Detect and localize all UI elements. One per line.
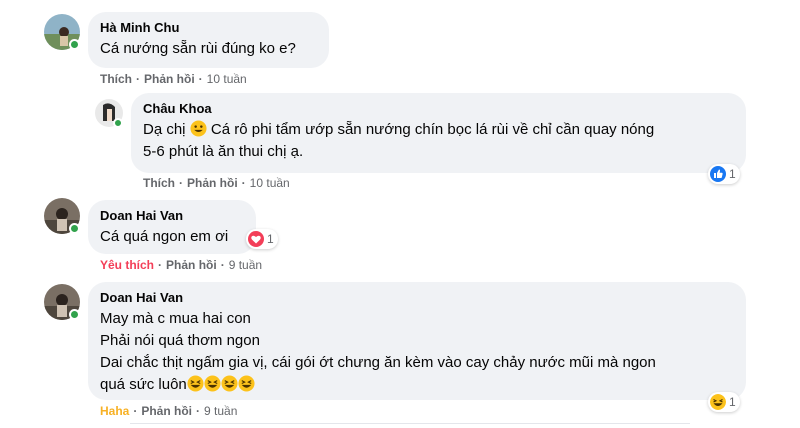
separator-dot: ·	[241, 176, 246, 190]
like-button[interactable]: Thích	[100, 72, 132, 86]
reply-button[interactable]: Phản hồi	[141, 404, 192, 418]
timestamp[interactable]: 9 tuần	[204, 404, 237, 418]
like-button[interactable]: Thích	[143, 176, 175, 190]
comment-text-line: May mà c mua hai con	[100, 310, 251, 327]
comment-author[interactable]: Doan Hai Van	[100, 290, 734, 306]
next-comment-edge	[130, 423, 690, 428]
reaction-count[interactable]: 1	[708, 392, 740, 412]
online-status-dot	[69, 39, 80, 50]
separator-dot: ·	[220, 258, 225, 272]
comment-text-line: quá sức luôn	[100, 374, 734, 396]
timestamp[interactable]: 10 tuần	[250, 176, 290, 190]
reaction-count-number: 1	[729, 167, 736, 181]
reaction-count-number: 1	[267, 232, 274, 246]
separator-dot: ·	[196, 404, 201, 418]
haha-button[interactable]: Haha	[100, 404, 129, 418]
comment-author[interactable]: Doan Hai Van	[100, 208, 244, 224]
separator-dot: ·	[136, 72, 140, 86]
laughing-emoji-icon	[187, 375, 204, 392]
like-reaction-icon	[710, 166, 726, 182]
smile-emoji-icon	[190, 120, 207, 137]
comment-actions: Thích · Phản hồi · 10 tuần	[100, 71, 247, 87]
comment-text-line: Dạ chị Cá rô phi tẩm ướp sẵn nướng chín …	[143, 120, 655, 138]
reaction-count[interactable]: 1	[246, 229, 278, 249]
comment-actions: Yêu thích · Phản hồi · 9 tuần	[100, 257, 262, 273]
comment-text-line: Phải nói quá thơm ngon	[100, 332, 260, 349]
laughing-emoji-icon	[204, 375, 221, 392]
comment-text: Cá nướng sẵn rùi đúng ko e?	[100, 40, 296, 57]
reaction-count-number: 1	[729, 395, 736, 409]
separator-dot: ·	[133, 404, 138, 418]
separator-dot: ·	[198, 72, 203, 86]
online-status-dot	[69, 223, 80, 234]
haha-reaction-icon	[710, 394, 726, 410]
comment-bubble: Doan Hai Van May mà c mua hai con Phải n…	[88, 282, 746, 400]
comment-author[interactable]: Hà Minh Chu	[100, 20, 317, 36]
reply-button[interactable]: Phản hồi	[144, 72, 195, 86]
comment-bubble: Châu Khoa Dạ chị Cá rô phi tẩm ướp sẵn n…	[131, 93, 746, 173]
comment-actions: Thích · Phản hồi · 10 tuần	[143, 175, 290, 191]
comment-bubble: Doan Hai Van Cá quá ngon em ơi	[88, 200, 256, 254]
separator-dot: ·	[158, 258, 163, 272]
love-reaction-icon	[248, 231, 264, 247]
laughing-emoji-icon	[221, 375, 238, 392]
comment-text-line: 5-6 phút là ăn thui chị ạ.	[143, 143, 304, 160]
timestamp[interactable]: 9 tuần	[229, 258, 262, 272]
comment-text-line: Dai chắc thịt ngấm gia vị, cái gói ớt ch…	[100, 354, 656, 371]
laughing-emoji-icon	[238, 375, 255, 392]
comment-author[interactable]: Châu Khoa	[143, 101, 734, 117]
timestamp[interactable]: 10 tuần	[207, 72, 247, 86]
comment-bubble: Hà Minh Chu Cá nướng sẵn rùi đúng ko e?	[88, 12, 329, 68]
reply-button[interactable]: Phản hồi	[166, 258, 217, 272]
comment-actions: Haha · Phản hồi · 9 tuần	[100, 403, 237, 419]
online-status-dot	[113, 118, 123, 128]
love-button[interactable]: Yêu thích	[100, 258, 154, 272]
reply-button[interactable]: Phản hồi	[187, 176, 238, 190]
online-status-dot	[69, 309, 80, 320]
comment-text: Cá quá ngon em ơi	[100, 228, 229, 245]
separator-dot: ·	[179, 176, 183, 190]
reaction-count[interactable]: 1	[708, 164, 740, 184]
